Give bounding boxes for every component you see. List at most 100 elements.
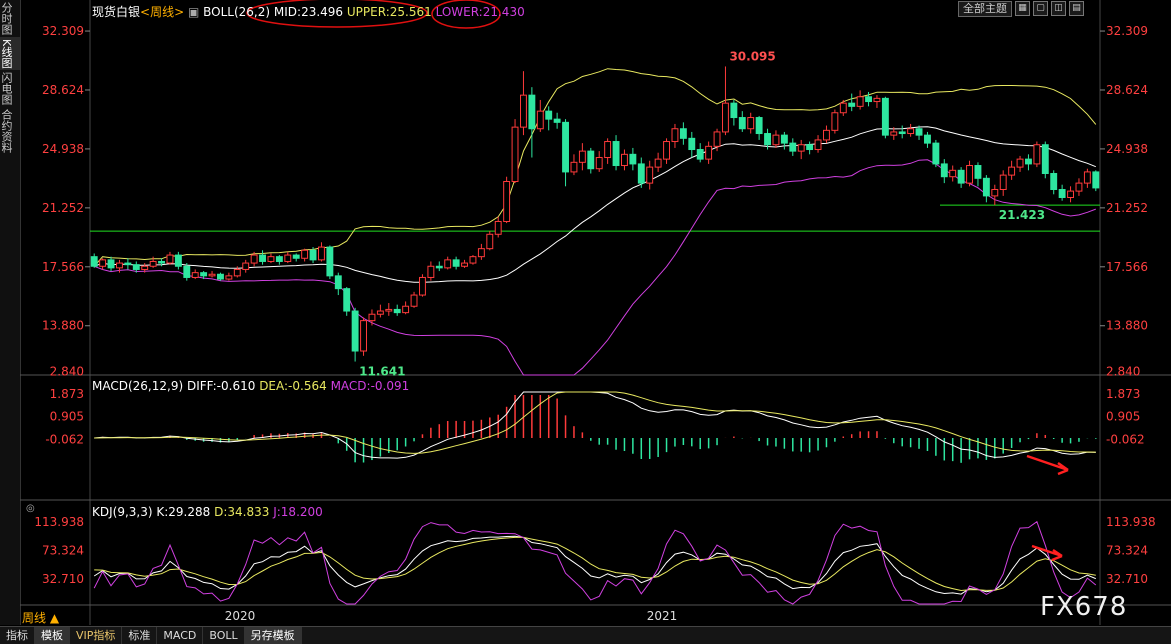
candle-body: [1058, 189, 1066, 198]
candle-body: [217, 273, 224, 280]
macd-tick-label: 2.840: [50, 364, 84, 378]
candle-body: [797, 144, 805, 152]
candle-body: [1016, 158, 1024, 168]
candle-body: [932, 142, 940, 165]
candle-body: [823, 129, 830, 141]
candle-body: [545, 110, 553, 120]
candle-body: [233, 268, 241, 277]
y-tick-label: 24.938: [42, 142, 84, 156]
y-tick-label: 17.566: [42, 260, 84, 274]
boll-label: BOLL(26,2): [203, 5, 271, 19]
boll-mid: MID:23.496: [273, 5, 344, 19]
candle-body: [385, 308, 393, 312]
candle-body: [839, 102, 847, 114]
macd-tick-label: 0.905: [50, 410, 84, 424]
candle-body: [562, 121, 569, 173]
kdj-tick-label: 113.938: [1106, 515, 1156, 529]
candle-body: [949, 169, 957, 178]
candle-body: [612, 141, 620, 167]
kdj-j-line: [93, 520, 1097, 605]
candle-body: [671, 128, 679, 143]
tab-boll[interactable]: BOLL: [203, 627, 245, 644]
candle-body: [637, 163, 645, 184]
candle-body: [124, 262, 132, 266]
candle-body: [292, 254, 300, 259]
candle-body: [806, 144, 814, 151]
candle-body: [528, 94, 536, 130]
kdj-settings-icon[interactable]: ◎: [26, 503, 35, 514]
candle-body: [200, 272, 208, 277]
y-tick-label: 13.880: [42, 319, 84, 333]
candle-body: [890, 131, 898, 136]
kdj-k: K:29.288: [156, 505, 211, 519]
candle-body: [284, 254, 292, 262]
candle-body: [898, 131, 906, 135]
candle-body: [991, 189, 999, 197]
tab-standard[interactable]: 标准: [122, 627, 158, 644]
candle-body: [789, 142, 797, 152]
box-icon[interactable]: ▢: [1033, 1, 1048, 16]
restore-icon[interactable]: ▤: [1069, 1, 1084, 16]
theme-dropdown[interactable]: 全部主题: [958, 1, 1012, 17]
candle-body: [688, 137, 696, 151]
candle-body: [99, 259, 107, 267]
kdj-tick-label: 113.938: [34, 515, 84, 529]
tab-template[interactable]: 模板: [35, 627, 70, 644]
candle-body: [629, 153, 637, 165]
candle-body: [402, 305, 410, 314]
macd-tick-label: 2.840: [1106, 364, 1140, 378]
candle-body: [326, 246, 334, 277]
candle-body: [865, 96, 872, 103]
candle-body: [747, 117, 755, 130]
candle-body: [141, 265, 149, 270]
grid-icon[interactable]: ▦: [1015, 1, 1030, 16]
top-toolbar: 全部主题 ▦ ▢ ◫ ▤: [958, 1, 1084, 17]
period-selector[interactable]: 周线 ▲: [22, 609, 59, 626]
macd-dea: DEA:-0.564: [259, 379, 327, 393]
kdj-k-line: [93, 535, 1096, 595]
candle-body: [107, 259, 115, 269]
candle-body: [477, 248, 485, 258]
tab-indicator[interactable]: 指标: [0, 627, 35, 644]
candle-body: [924, 134, 931, 144]
tab-save-template[interactable]: 另存模板: [244, 627, 302, 644]
candle-body: [469, 256, 477, 264]
candle-body: [158, 260, 165, 264]
kdj-d: D:34.833: [214, 505, 270, 519]
settings-icon[interactable]: ▣: [188, 5, 199, 19]
candle-body: [90, 256, 98, 267]
candle-body: [772, 134, 780, 146]
kdj-label: KDJ(9,3,3): [92, 505, 153, 519]
candle-body: [1008, 166, 1016, 176]
candle-body: [444, 259, 452, 269]
candle-body: [334, 275, 342, 290]
tab-macd[interactable]: MACD: [157, 627, 204, 644]
candle-body: [259, 254, 266, 262]
candle-body: [730, 102, 738, 119]
candle-body: [722, 102, 729, 133]
candle-body: [520, 94, 527, 128]
watermark-logo: FX678: [1040, 592, 1128, 622]
y-tick-label: 17.566: [1106, 260, 1148, 274]
candle-body: [957, 169, 965, 184]
candle-body: [1033, 144, 1041, 165]
candle-body: [595, 157, 603, 170]
candle-body: [461, 262, 468, 267]
boll-mid-line: [94, 126, 1096, 283]
y-tick-label: 24.938: [1106, 142, 1148, 156]
candle-body: [250, 254, 258, 264]
candle-body: [132, 264, 140, 270]
candle-body: [511, 126, 519, 183]
price-annotation: 11.641: [359, 365, 405, 379]
tab-vip-indicator[interactable]: VIP指标: [70, 627, 123, 644]
candle-body: [267, 256, 275, 262]
y-tick-label: 32.309: [1106, 24, 1148, 38]
kline-chart[interactable]: 32.309 32.309 28.624 28.624 24.938 24.938 21.2…: [0, 0, 1171, 625]
y-tick-label: 13.880: [1106, 319, 1148, 333]
boll-lower: LOWER:21.430: [435, 5, 525, 19]
macd-tick-label: 1.873: [1106, 387, 1140, 401]
candle-body: [301, 249, 309, 259]
candle-body: [705, 145, 713, 160]
window-icon[interactable]: ◫: [1051, 1, 1066, 16]
kdj-d-line: [94, 536, 1096, 592]
